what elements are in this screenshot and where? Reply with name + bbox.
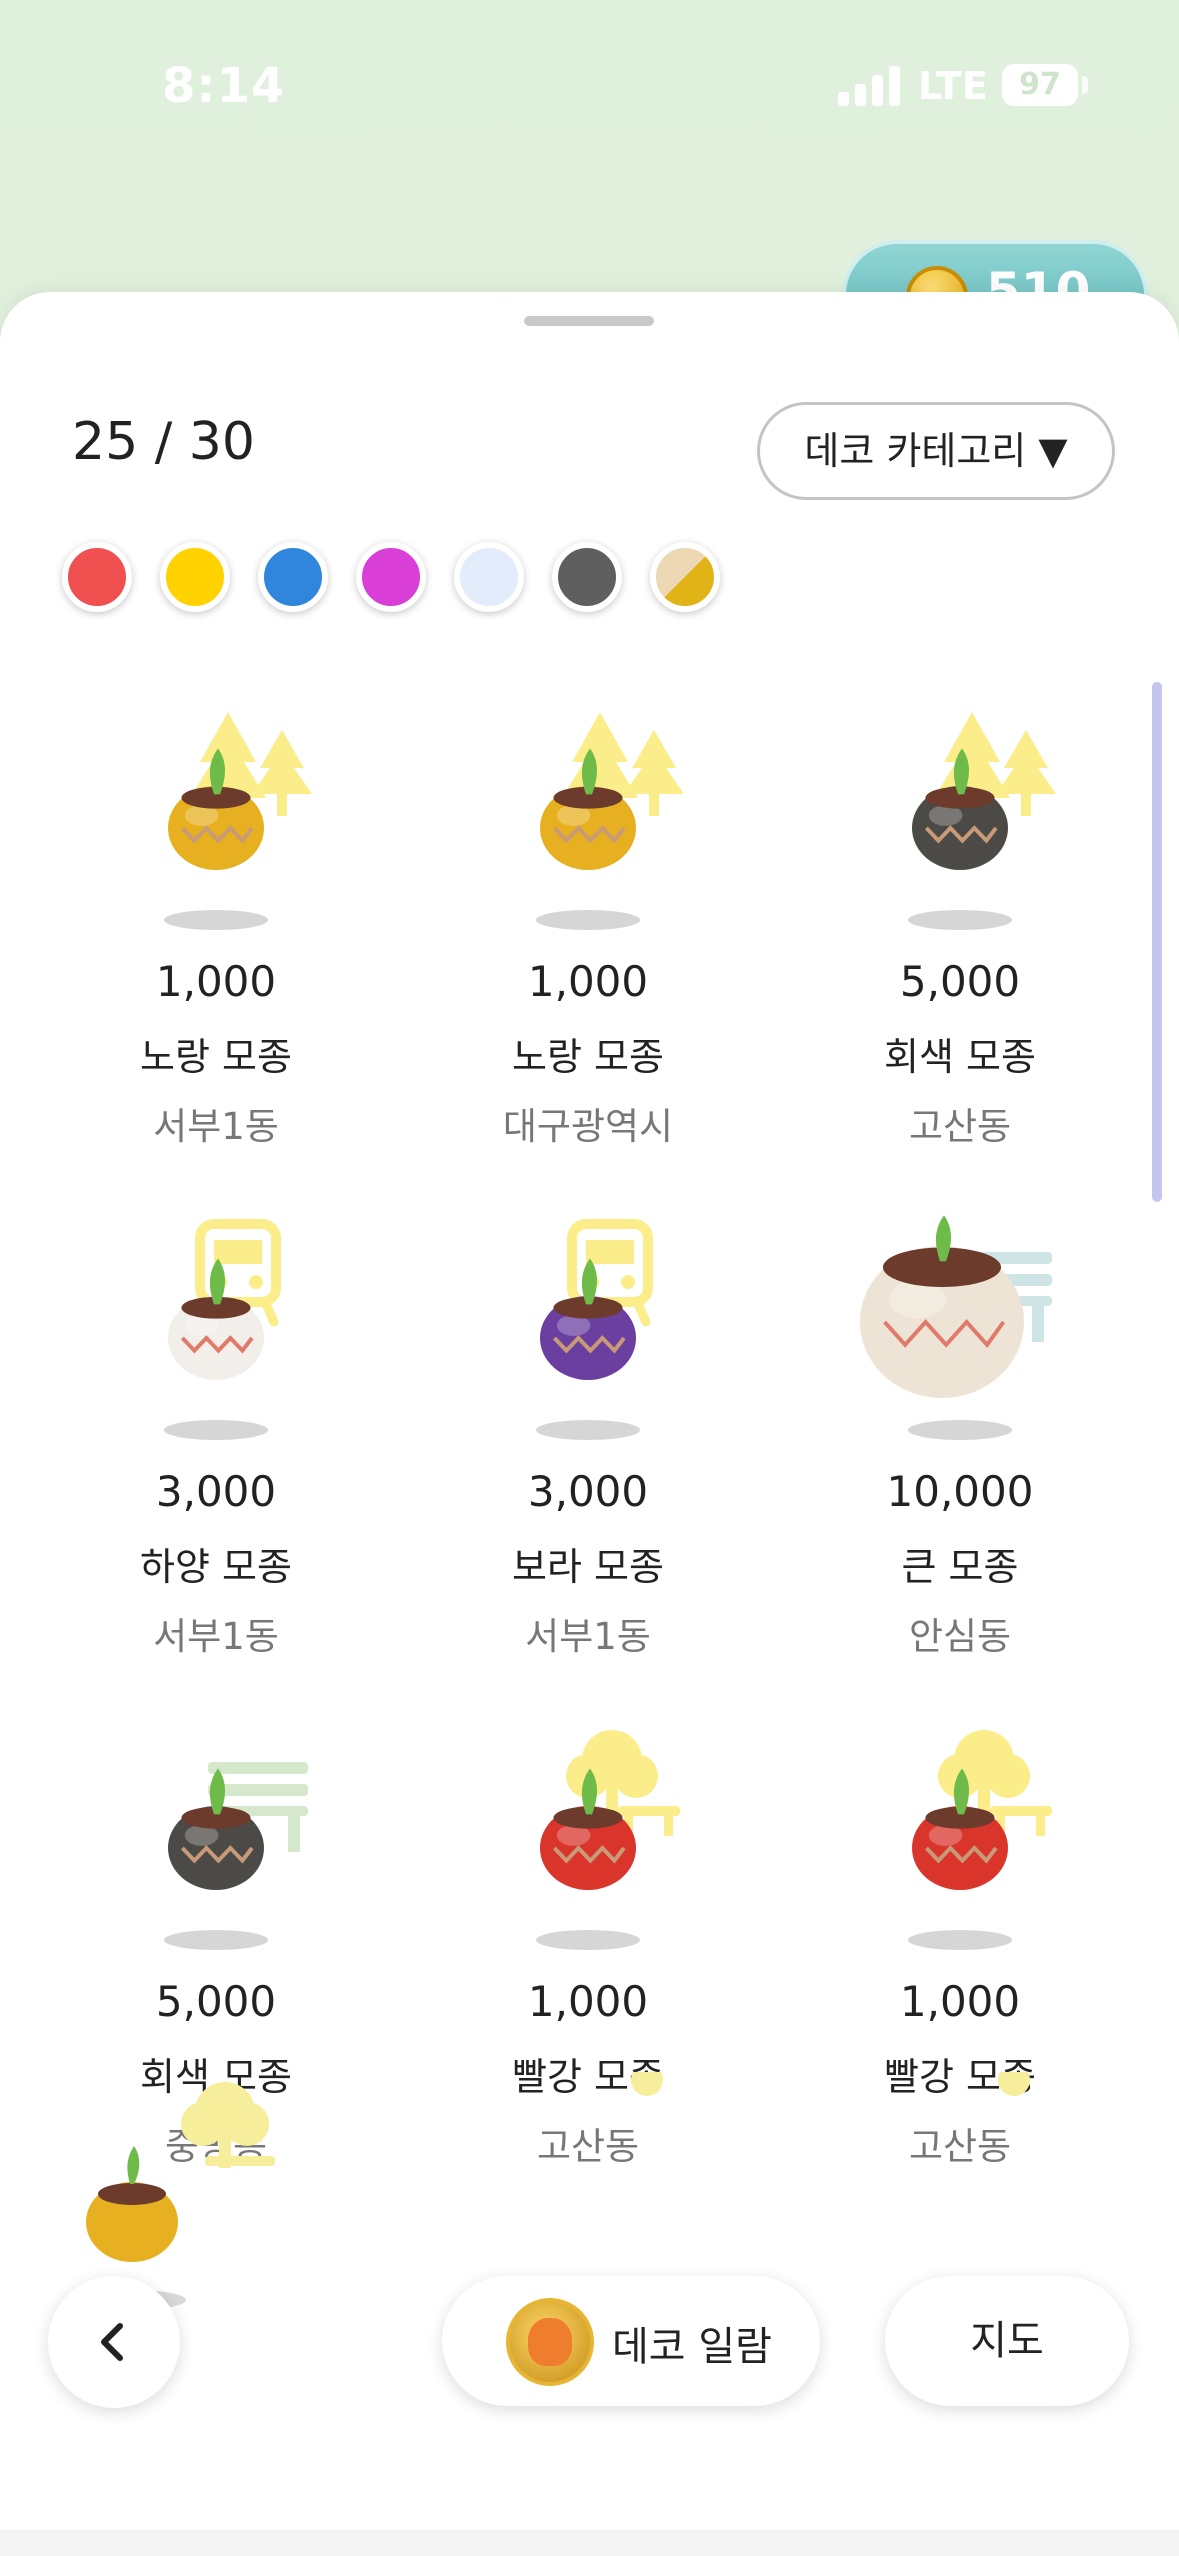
item-name: 보라 모종 [512,1545,664,1589]
map-button[interactable]: 지도 [885,2276,1129,2406]
seedling-icon [536,1730,680,1950]
seedling-icon [164,1219,281,1440]
list-item[interactable]: 3,000 하양 모종서부1동 [30,1202,402,1702]
list-item[interactable]: 1,000 노랑 모종대구광역시 [402,692,774,1192]
signal-icon [838,66,900,106]
network-label: LTE [918,64,988,108]
item-price: 1,000 [155,957,277,1006]
back-button[interactable] [48,2276,180,2408]
color-swatch-red[interactable] [62,542,132,612]
color-swatch-blue[interactable] [258,542,328,612]
category-dropdown-button[interactable]: 데코 카테고리 ▼ [757,402,1115,500]
color-swatch-white[interactable] [454,542,524,612]
seedling-icon [908,1730,1052,1950]
seedling-icon [164,1762,308,1950]
item-location: 서부1동 [153,1615,279,1658]
item-name: 큰 모종 [901,1545,1019,1589]
list-item[interactable]: 5,000 회색 모종고산동 [774,692,1146,1192]
color-swatch-gold[interactable] [650,542,720,612]
seedling-icon [908,712,1056,930]
item-name: 회색 모종 [884,1035,1036,1079]
item-price: 1,000 [527,1977,649,2026]
item-name: 노랑 모종 [512,1035,664,1079]
item-location: 대구광역시 [502,1105,674,1148]
medal-icon [506,2298,594,2386]
battery-tip [1082,76,1088,94]
status-time: 8:14 [162,58,286,114]
list-item[interactable]: 10,000 큰 모종안심동 [774,1202,1146,1702]
color-swatch-gray[interactable] [552,542,622,612]
item-location: 서부1동 [153,1105,279,1148]
deco-catalog-button[interactable]: 데코 일람 [442,2276,820,2406]
item-price: 10,000 [886,1467,1034,1516]
item-price: 3,000 [527,1467,649,1516]
deco-catalog-label: 데코 일람 [612,2324,772,2370]
seedling-icon [536,1219,653,1440]
item-name: 하양 모종 [140,1545,292,1589]
chevron-left-icon [101,2323,123,2361]
item-price: 1,000 [899,1977,1021,2026]
item-price: 3,000 [155,1467,277,1516]
seedling-icon [536,712,684,930]
item-location: 서부1동 [525,1615,651,1658]
item-price: 5,000 [899,957,1021,1006]
item-location: 안심동 [908,1615,1012,1658]
item-name: 노랑 모종 [140,1035,292,1079]
home-indicator [0,2530,1179,2556]
battery-icon: 97 [1002,64,1078,106]
scrollbar-thumb[interactable] [1152,682,1162,1202]
scrollbar[interactable] [1152,682,1162,2556]
item-price: 5,000 [155,1977,277,2026]
seedling-icon [860,1215,1052,1440]
color-swatch-yellow[interactable] [160,542,230,612]
collection-count: 25 / 30 [72,412,255,472]
item-price: 1,000 [527,957,649,1006]
list-item[interactable]: 1,000 노랑 모종서부1동 [30,692,402,1192]
item-location: 고산동 [908,1105,1012,1148]
list-item[interactable]: 3,000 보라 모종서부1동 [402,1202,774,1702]
status-bar: 8:14 LTE 97 [0,0,1179,170]
seedling-icon [164,712,312,930]
deco-sheet: 25 / 30 데코 카테고리 ▼ 1,000 노랑 모종 서부1동 1,000… [0,292,1179,2556]
color-swatch-purple[interactable] [356,542,426,612]
sheet-grabber[interactable] [524,316,654,326]
